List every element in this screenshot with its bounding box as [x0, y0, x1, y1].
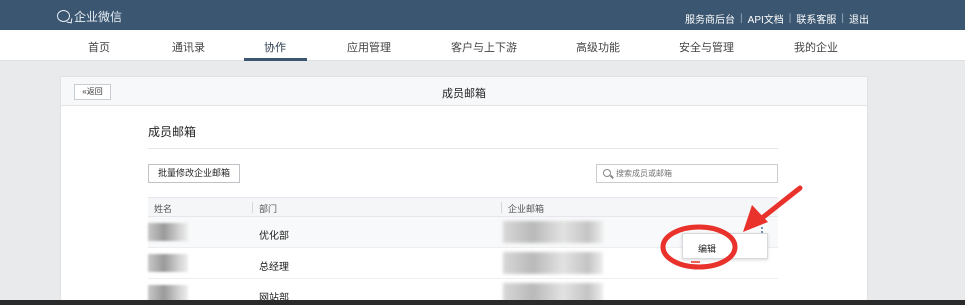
- nav-my-enterprise[interactable]: 我的企业: [794, 39, 838, 55]
- batch-edit-email-button[interactable]: 批量修改企业邮箱: [148, 164, 240, 183]
- department-cell: 总经理: [259, 262, 289, 273]
- divider: |: [841, 13, 844, 24]
- row-action-menu: 编辑: [682, 233, 768, 259]
- avatar-name-blurred: [148, 254, 188, 272]
- nav-advanced[interactable]: 高级功能: [576, 39, 620, 55]
- link-service-provider[interactable]: 服务商后台: [685, 11, 735, 26]
- edit-menu-item[interactable]: 编辑: [698, 242, 716, 255]
- logo-text: 企业微信: [74, 9, 123, 24]
- email-cell-blurred: [503, 252, 603, 274]
- nav-customers[interactable]: 客户与上下游: [451, 39, 517, 55]
- nav-app-management[interactable]: 应用管理: [347, 39, 391, 55]
- section-title: 成员邮箱: [148, 125, 197, 139]
- search-icon: [603, 169, 611, 177]
- avatar-name-blurred: [148, 223, 188, 241]
- email-cell-blurred: [503, 221, 603, 243]
- top-links: 服务商后台 | API文档 | 联系客服 | 退出: [685, 11, 869, 26]
- column-email: 企业邮箱: [508, 204, 545, 214]
- top-bar: 企业微信 服务商后台 | API文档 | 联系客服 | 退出: [0, 0, 965, 30]
- nav-home[interactable]: 首页: [88, 39, 110, 55]
- panel-title: 成员邮箱: [442, 88, 486, 100]
- divider: [252, 202, 253, 213]
- nav-contacts[interactable]: 通讯录: [172, 39, 205, 55]
- column-department: 部门: [259, 204, 278, 214]
- link-logout[interactable]: 退出: [849, 11, 869, 26]
- bottom-edge: [0, 300, 965, 305]
- table-header: 姓名 部门 企业邮箱: [148, 197, 778, 217]
- divider: |: [740, 13, 743, 24]
- search-box[interactable]: [596, 164, 778, 183]
- content-panel: «返回 成员邮箱 成员邮箱 批量修改企业邮箱 姓名 部门 企业邮箱 优化部 总经…: [60, 76, 868, 305]
- divider: |: [788, 13, 792, 24]
- divider: [148, 148, 778, 149]
- nav-active-indicator: [244, 58, 307, 61]
- chat-bubble-icon: [57, 10, 70, 22]
- main-nav: 首页 通讯录 协作 应用管理 客户与上下游 高级功能 安全与管理 我的企业: [0, 30, 965, 61]
- nav-collaboration[interactable]: 协作: [264, 39, 286, 55]
- column-name: 姓名: [154, 204, 173, 214]
- link-api-docs[interactable]: API文档: [748, 11, 784, 26]
- search-input[interactable]: [616, 167, 766, 180]
- divider: [501, 202, 502, 213]
- logo[interactable]: 企业微信: [57, 9, 123, 24]
- nav-security[interactable]: 安全与管理: [679, 39, 734, 55]
- link-contact-support[interactable]: 联系客服: [796, 11, 836, 26]
- department-cell: 优化部: [259, 231, 289, 242]
- panel-header: «返回 成员邮箱: [61, 77, 867, 106]
